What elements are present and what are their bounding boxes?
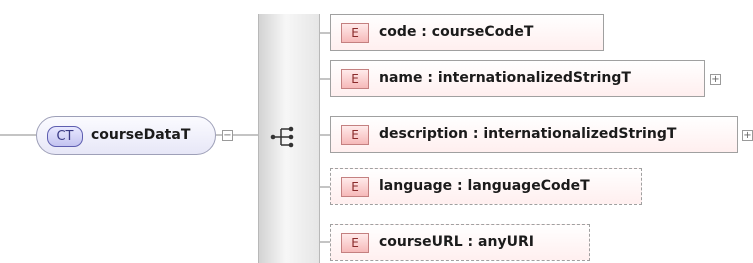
element-badge: E [341,125,369,145]
element-label: code : courseCodeT [379,24,534,40]
complex-type-node[interactable]: CT courseDataT [36,116,216,155]
element-type: internationalizedStringT [483,126,677,142]
element-name: language [379,178,453,194]
element-name: courseURL [379,234,463,250]
collapse-toggle-icon[interactable]: − [222,130,233,141]
element-type: anyURI [478,234,534,250]
complex-type-name: courseDataT [91,127,191,143]
element-label: courseURL : anyURI [379,234,534,250]
element-badge: E [341,69,369,89]
element-badge: E [341,23,369,43]
expand-toggle-icon[interactable]: + [710,74,721,85]
expand-toggle-icon[interactable]: + [742,130,753,141]
element-node-courseurl[interactable]: E courseURL : anyURI [330,224,590,261]
element-type: courseCodeT [431,24,534,40]
element-name: description [379,126,468,142]
sequence-icon[interactable] [270,126,298,148]
element-label: description : internationalizedStringT [379,126,677,142]
element-node-name[interactable]: E name : internationalizedStringT [330,60,705,97]
element-node-description[interactable]: E description : internationalizedStringT [330,116,738,153]
element-badge: E [341,177,369,197]
element-name: code [379,24,417,40]
ct-badge: CT [47,126,83,147]
element-label: language : languageCodeT [379,178,590,194]
element-type: internationalizedStringT [437,70,631,86]
element-label: name : internationalizedStringT [379,70,631,86]
element-type: languageCodeT [467,178,590,194]
element-badge: E [341,233,369,253]
element-node-code[interactable]: E code : courseCodeT [330,14,604,51]
element-node-language[interactable]: E language : languageCodeT [330,168,642,205]
element-name: name [379,70,423,86]
